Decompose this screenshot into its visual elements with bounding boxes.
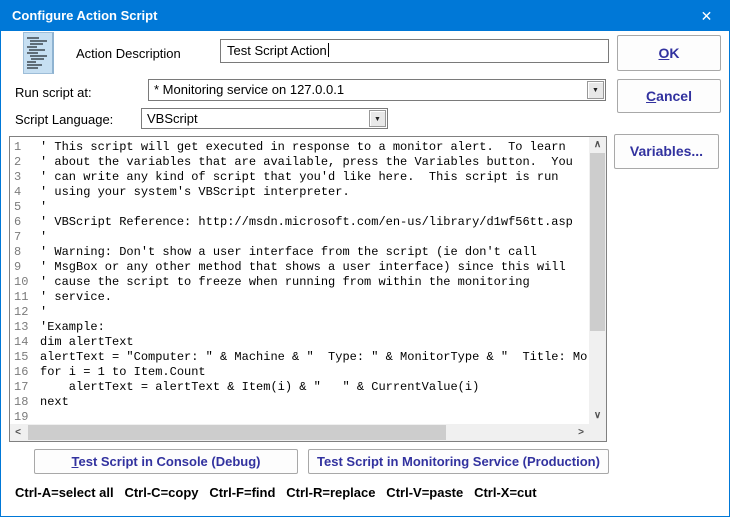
code-line: ' about the variables that are available… [40,155,588,170]
chevron-down-icon[interactable]: ▼ [587,81,604,99]
scroll-left-icon[interactable]: < [10,424,26,441]
scroll-up-icon[interactable]: ∧ [589,137,606,153]
scroll-right-icon[interactable]: > [573,424,589,441]
vertical-scrollbar-thumb[interactable] [590,153,605,331]
window-title: Configure Action Script [12,1,157,31]
code-line: ' Warning: Don't show a user interface f… [40,245,588,260]
keyboard-shortcuts-hint: Ctrl-A=select all Ctrl-C=copy Ctrl-F=fin… [15,485,537,500]
run-script-at-select[interactable]: * Monitoring service on 127.0.0.1 ▼ [148,79,606,101]
chevron-down-icon[interactable]: ▼ [369,110,386,127]
vertical-scrollbar[interactable]: ∧ ∨ [589,137,606,424]
variables-button[interactable]: Variables... [614,134,719,169]
code-line: ' [40,305,588,320]
scroll-down-icon[interactable]: ∨ [589,408,606,424]
horizontal-scrollbar-thumb[interactable] [28,425,446,440]
code-line: ' cause the script to freeze when runnin… [40,275,588,290]
line-number-gutter: 12 34 56 78 910 1112 1314 1516 1718 19 [14,140,38,425]
script-language-select[interactable]: VBScript ▼ [141,108,388,129]
ok-button[interactable]: OK [617,35,721,71]
title-bar: Configure Action Script ✕ [1,1,729,31]
code-line: alertText = "Computer: " & Machine & " T… [40,350,588,365]
code-line [40,410,588,425]
code-line: for i = 1 to Item.Count [40,365,588,380]
scrollbar-corner [589,424,606,441]
code-line: ' [40,230,588,245]
script-code-editor[interactable]: 12 34 56 78 910 1112 1314 1516 1718 19 '… [9,136,607,442]
code-line: alertText = alertText & Item(i) & " " & … [40,380,588,395]
action-description-label: Action Description [76,46,181,61]
code-line: dim alertText [40,335,588,350]
script-language-value: VBScript [147,109,198,128]
code-line: ' MsgBox or any other method that shows … [40,260,588,275]
code-line: ' using your system's VBScript interpret… [40,185,588,200]
close-icon[interactable]: ✕ [684,1,729,31]
cancel-button[interactable]: Cancel [617,79,721,113]
code-line: ' can write any kind of script that you'… [40,170,588,185]
script-language-label: Script Language: [15,112,113,127]
test-script-service-button[interactable]: Test Script in Monitoring Service (Produ… [308,449,609,474]
test-script-console-button[interactable]: Test Script in Console (Debug) [34,449,298,474]
script-icon [23,32,54,74]
text-caret [328,43,329,57]
code-line: 'Example: [40,320,588,335]
configure-action-script-dialog: Configure Action Script ✕ Action Descrip… [0,0,730,517]
code-text-area[interactable]: ' This script will get executed in respo… [40,140,588,425]
code-line: next [40,395,588,410]
run-script-at-label: Run script at: [15,85,92,100]
code-line: ' [40,200,588,215]
code-line: ' This script will get executed in respo… [40,140,588,155]
code-line: ' VBScript Reference: http://msdn.micros… [40,215,588,230]
action-description-input[interactable]: Test Script Action [220,39,609,63]
code-line: ' service. [40,290,588,305]
horizontal-scrollbar[interactable]: < > [10,424,589,441]
run-script-at-value: * Monitoring service on 127.0.0.1 [154,80,344,100]
action-description-value: Test Script Action [227,43,327,58]
